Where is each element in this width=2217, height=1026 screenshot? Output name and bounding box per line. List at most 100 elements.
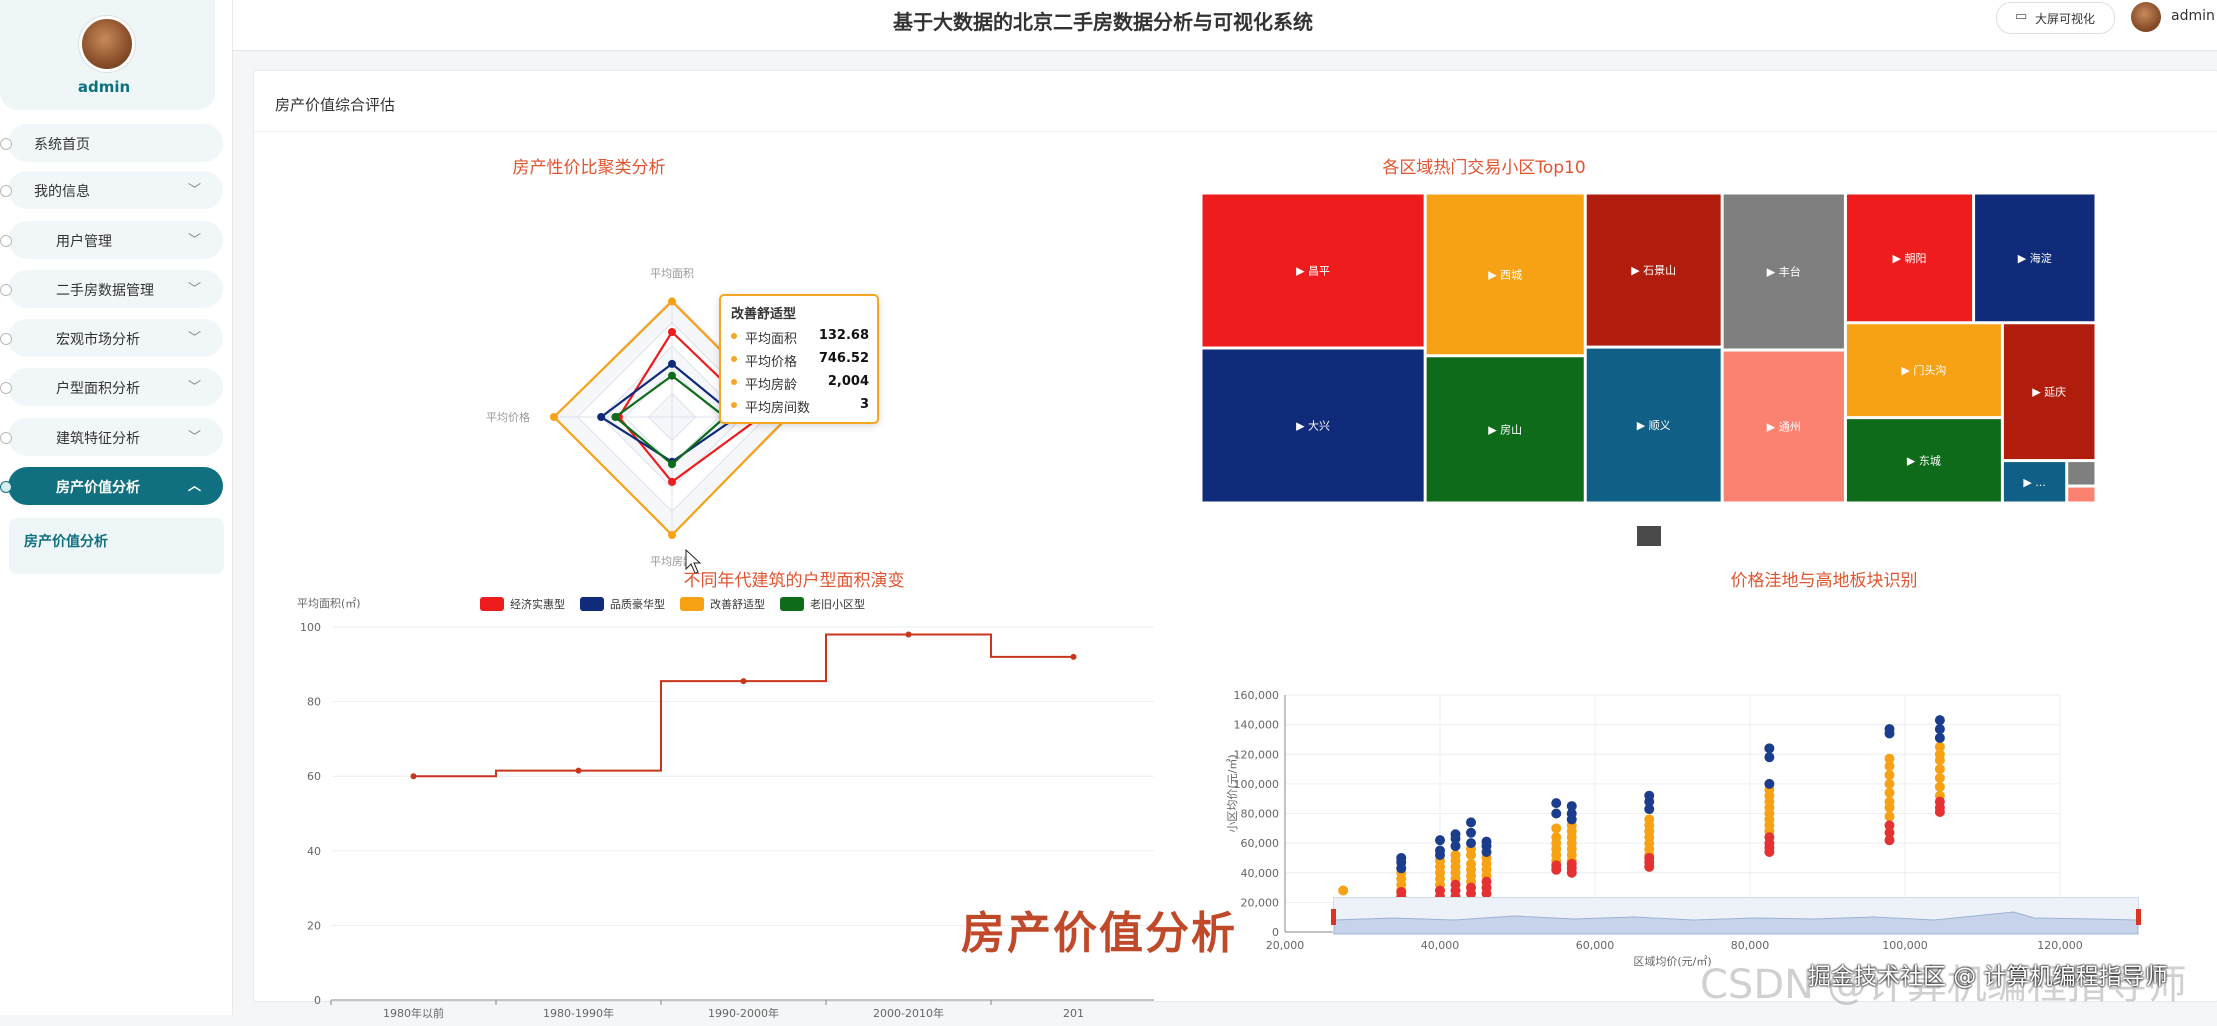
- sidebar-dot-icon: [0, 284, 12, 296]
- monitor-icon: ▭: [2015, 9, 2028, 24]
- radar-point: [668, 477, 676, 486]
- radar-point: [668, 359, 676, 368]
- scatter-point: [1934, 781, 1945, 792]
- sidebar-dot-icon: [0, 382, 12, 394]
- scatter-point: [1764, 832, 1775, 843]
- radar-indicator-label: 平均价格: [486, 410, 530, 424]
- y-tick-label: 0: [1272, 926, 1279, 939]
- scatter-point: [1934, 724, 1945, 735]
- radar-point: [668, 460, 676, 469]
- scatter-point: [1551, 832, 1562, 843]
- treemap-breadcrumb: [1637, 526, 1661, 546]
- user-avatar[interactable]: [2131, 2, 2161, 32]
- scatter-point: [1884, 787, 1895, 798]
- scatter-point: [1884, 769, 1895, 780]
- avatar[interactable]: [79, 16, 135, 72]
- treemap-label: ▶ 海淀: [2018, 251, 2052, 265]
- treemap-chart: ▶ 昌平 ▶ 大兴 ▶ 西城 ▶ 房山 ▶ 石景山 ▶ 顺义 ▶ 丰台 ▶ 通州 ▶ 朝阳 ▶ 海…: [1201, 193, 2096, 546]
- treemap-label: ▶ 通州: [1767, 421, 1801, 434]
- scatter-point: [1466, 827, 1476, 838]
- tooltip-value: 3: [859, 397, 869, 412]
- sidebar-item[interactable]: 建筑特征分析 ﹀: [0, 418, 223, 456]
- treemap-label: ▶ 西城: [1488, 268, 1522, 281]
- line-point: [905, 631, 912, 638]
- treemap-label: ▶ 大兴: [1296, 419, 1330, 433]
- treemap-label: ▶ 东城: [1907, 454, 1941, 467]
- scatter-point: [1435, 885, 1445, 896]
- bigscreen-button[interactable]: ▭ 大屏可视化: [1996, 2, 2115, 34]
- scatter-point: [1884, 796, 1895, 807]
- sidebar-item[interactable]: 房产价值分析 ︿: [0, 467, 223, 505]
- y-tick-label: 100: [300, 621, 321, 634]
- scatter-point: [1396, 852, 1407, 863]
- tooltip-value: 746.52: [818, 351, 869, 366]
- sidebar-item-label: 建筑特征分析: [56, 431, 140, 447]
- sidebar-item[interactable]: 用户管理 ﹀: [0, 221, 223, 259]
- sidebar-item[interactable]: 宏观市场分析 ﹀: [0, 319, 223, 357]
- tooltip-row: 平均房间数 3: [731, 395, 869, 416]
- tooltip-key: 平均价格: [745, 355, 798, 370]
- sidebar-item[interactable]: 我的信息 ﹀: [0, 171, 223, 209]
- y-axis-label: 小区均价(元/㎡): [1226, 754, 1239, 832]
- radar-point: [668, 297, 676, 306]
- y-tick-label: 160,000: [1234, 689, 1280, 702]
- tooltip-key: 平均房间数: [745, 401, 811, 416]
- line-point: [410, 773, 417, 780]
- scatter-point: [1934, 741, 1945, 752]
- scatter-point: [1466, 838, 1476, 849]
- scatter-point: [1764, 752, 1775, 763]
- tooltip-value: 132.68: [818, 328, 869, 343]
- x-tick-label: 1980-1990年: [543, 1006, 614, 1020]
- y-tick-label: 120,000: [1234, 748, 1280, 761]
- treemap-label: ▶ 朝阳: [1893, 252, 1927, 265]
- bigscreen-label: 大屏可视化: [2035, 12, 2096, 26]
- datazoom-handle-left[interactable]: [1331, 909, 1336, 925]
- treemap-label: ▶ 昌平: [1296, 265, 1330, 278]
- scatter-point: [1884, 820, 1895, 831]
- scatter-point: [1884, 778, 1895, 789]
- scatter-chart-title: 价格洼地与高地板块识别: [1730, 571, 1918, 591]
- y-tick-label: 40,000: [1241, 867, 1280, 880]
- scatter-point: [1934, 715, 1945, 726]
- scatter-point: [1934, 732, 1945, 743]
- scatter-point: [1934, 764, 1945, 775]
- radar-point: [597, 413, 606, 421]
- datazoom-handle-right[interactable]: [2136, 909, 2141, 925]
- treemap-chart-title: 各区域热门交易小区Top10: [1382, 158, 1586, 178]
- y-tick-label: 60: [307, 770, 321, 783]
- tooltip-key: 平均面积: [745, 332, 798, 347]
- scatter-point: [1338, 885, 1349, 896]
- scatter-point: [1450, 849, 1461, 860]
- tooltip-key: 平均房龄: [745, 378, 798, 393]
- scatter-point: [1551, 798, 1562, 809]
- sidebar-item[interactable]: 系统首页: [0, 124, 223, 162]
- scatter-point: [1884, 811, 1895, 822]
- line-point: [575, 767, 582, 774]
- profile-card: admin: [0, 0, 215, 110]
- sidebar-item-label: 用户管理: [56, 234, 112, 250]
- sidebar-item[interactable]: 二手房数据管理 ﹀: [0, 270, 223, 308]
- radar-tooltip: 改善舒适型 平均面积 132.68 平均价格 746.52 平均房龄 2,004 平均…: [719, 294, 879, 424]
- submenu-item-house-value[interactable]: 房产价值分析: [24, 531, 108, 551]
- y-tick-label: 140,000: [1234, 719, 1280, 732]
- tooltip-row: 平均房龄 2,004: [731, 372, 869, 393]
- treemap-node: [2067, 461, 2096, 486]
- scatter-point: [1764, 778, 1775, 789]
- chevron-down-icon: ﹀: [187, 331, 201, 346]
- treemap-label: ▶ 顺义: [1637, 419, 1671, 432]
- x-tick-label: 2000-2010年: [873, 1006, 944, 1020]
- scatter-point: [1764, 743, 1775, 754]
- scatter-point: [1396, 887, 1407, 898]
- chevron-down-icon: ﹀: [187, 380, 201, 395]
- user-name[interactable]: admin: [2171, 8, 2215, 24]
- y-tick-label: 20: [307, 919, 321, 932]
- scatter-point: [1466, 817, 1476, 828]
- scatter-datazoom[interactable]: [1331, 897, 2141, 935]
- radar-point: [668, 328, 676, 336]
- x-tick-label: 1990-2000年: [708, 1006, 779, 1020]
- scatter-point: [1435, 845, 1445, 856]
- sidebar-item-label: 二手房数据管理: [56, 283, 154, 299]
- sidebar-item-label: 户型面积分析: [56, 381, 140, 397]
- y-tick-label: 0: [314, 994, 321, 1007]
- sidebar-item[interactable]: 户型面积分析 ﹀: [0, 368, 223, 406]
